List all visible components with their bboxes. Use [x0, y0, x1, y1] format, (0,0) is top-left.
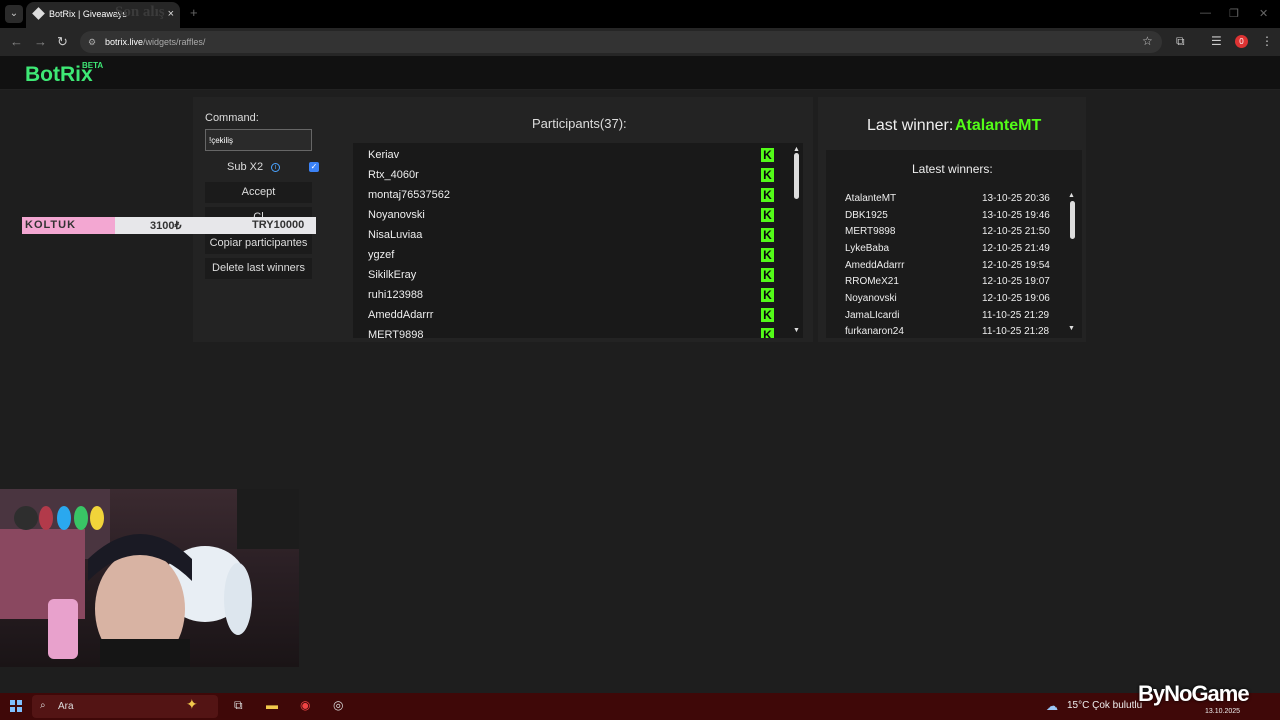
list-item: NisaLuviaa: [368, 229, 423, 241]
winner-date: 12-10-25 21:49: [982, 243, 1050, 254]
kick-icon: K: [761, 168, 774, 182]
participants-scrollbar[interactable]: [794, 153, 799, 199]
winner-name: RROMeX21: [845, 276, 899, 287]
browser-toolbar: ← → ↻ ⚙ botrix.live/widgets/raffles/ ☆ ⧉…: [0, 28, 1280, 56]
winner-date: 12-10-25 19:07: [982, 276, 1050, 287]
copy-participants-button[interactable]: Copiar participantes: [205, 233, 312, 254]
extensions-icon[interactable]: ⧉: [1176, 34, 1185, 49]
profile-avatar[interactable]: 0: [1235, 35, 1248, 48]
beta-badge: BETA: [82, 61, 104, 70]
winner-name: furkanaron24: [845, 326, 904, 337]
reload-icon[interactable]: ↻: [57, 34, 68, 50]
url-path: /widgets/raffles/: [143, 37, 206, 47]
winner-date: 12-10-25 19:06: [982, 293, 1050, 304]
kick-icon: K: [761, 308, 774, 322]
latest-winners-title: Latest winners:: [912, 162, 993, 176]
site-info-icon[interactable]: ⚙: [88, 31, 96, 53]
new-tab-icon[interactable]: +: [190, 5, 198, 20]
sub-x2-label: Sub X2: [227, 161, 264, 173]
list-item: montaj76537562: [368, 189, 450, 201]
goal-item-label: KOLTUK: [25, 219, 77, 231]
list-item: ygzef: [368, 249, 395, 261]
command-input[interactable]: [205, 129, 312, 151]
winner-name: Noyanovski: [845, 293, 897, 304]
maximize-icon[interactable]: ❐: [1229, 7, 1239, 20]
app-icon[interactable]: ◎: [333, 698, 343, 712]
list-item: Keriav: [368, 149, 400, 161]
app-header: BotRix BETA: [0, 56, 1280, 90]
copilot-sparkle-icon[interactable]: ✦: [186, 696, 198, 713]
windows-start-icon[interactable]: [10, 700, 22, 712]
taskbar-date[interactable]: 13.10.2025: [1205, 708, 1240, 715]
command-label: Command:: [205, 112, 259, 124]
minimize-icon[interactable]: —: [1200, 7, 1211, 19]
goal-current-amount: 3100₺: [150, 220, 182, 232]
accept-button[interactable]: Accept: [205, 182, 312, 203]
scroll-down-icon[interactable]: ▼: [1068, 325, 1075, 332]
kick-icon: K: [761, 288, 774, 302]
list-item: ruhi123988: [368, 289, 424, 301]
scroll-down-icon[interactable]: ▼: [793, 327, 800, 334]
winner-date: 13-10-25 20:36: [982, 193, 1050, 204]
sub-x2-checkbox[interactable]: ✓: [309, 162, 319, 172]
last-winner-name: AtalanteMT: [955, 117, 1042, 134]
winner-name: JamaLIcardi: [845, 310, 900, 321]
kick-icon: K: [761, 208, 774, 222]
list-item: SikilkEray: [368, 269, 417, 281]
close-tab-icon[interactable]: ×: [168, 2, 174, 26]
kick-icon: K: [761, 188, 774, 202]
list-item: Rtx_4060r: [368, 169, 419, 181]
winner-date: 12-10-25 19:54: [982, 260, 1050, 271]
search-icon: ⌕: [40, 700, 46, 711]
chrome-icon[interactable]: ◉: [300, 698, 310, 712]
tab-search-icon[interactable]: ⌄: [5, 5, 23, 23]
forward-icon[interactable]: →: [34, 34, 47, 49]
winner-name: AmeddAdarrr: [845, 260, 905, 271]
winner-name: MERT9898: [845, 226, 896, 237]
winner-date: 11-10-25 21:29: [982, 310, 1050, 321]
winners-scrollbar[interactable]: [1070, 201, 1075, 239]
winner-name: DBK1925: [845, 210, 888, 221]
participants-title: Participants(37):: [532, 116, 627, 131]
url-host: botrix.live: [105, 37, 144, 47]
address-bar[interactable]: ⚙ botrix.live/widgets/raffles/: [80, 31, 1162, 53]
weather-text[interactable]: 15°C Çok bulutlu: [1067, 700, 1142, 711]
winner-name: AtalanteMT: [845, 193, 897, 204]
winner-date: 13-10-25 19:46: [982, 210, 1050, 221]
kick-icon: K: [761, 228, 774, 242]
overlay-ghost-text: Son alış: [115, 4, 165, 20]
winner-date: 11-10-25 21:28: [982, 326, 1050, 337]
kick-icon: K: [761, 148, 774, 162]
list-item: AmeddAdarrr: [368, 309, 434, 321]
info-icon[interactable]: i: [271, 163, 280, 172]
last-winner-label: Last winner:: [867, 117, 954, 134]
scroll-up-icon[interactable]: ▲: [1068, 192, 1075, 199]
list-item: MERT9898: [368, 329, 424, 338]
bookmark-star-icon[interactable]: ☆: [1142, 34, 1153, 48]
file-explorer-icon[interactable]: ▬: [266, 698, 278, 712]
task-view-icon[interactable]: ⧉: [234, 698, 243, 713]
kick-icon: K: [761, 328, 774, 338]
winner-name: LykeBaba: [845, 243, 890, 254]
close-window-icon[interactable]: ✕: [1259, 7, 1268, 20]
winner-date: 12-10-25 21:50: [982, 226, 1050, 237]
watermark-logo: ByNoGame: [1138, 681, 1250, 706]
delete-last-winners-button[interactable]: Delete last winners: [205, 258, 312, 279]
browser-tab-bar: ⌄ BotRix | Giveaways × Son alış + — ❐ ✕: [0, 0, 1280, 28]
participants-list[interactable]: Keriav K Rtx_4060r K montaj76537562 K No…: [353, 143, 803, 338]
goal-target-amount: TRY10000: [252, 219, 305, 231]
webcam-feed: [0, 489, 299, 667]
reading-list-icon[interactable]: ☰: [1211, 34, 1222, 48]
kick-icon: K: [761, 248, 774, 262]
botrix-favicon-icon: [32, 7, 45, 20]
back-icon[interactable]: ←: [10, 34, 23, 49]
menu-kebab-icon[interactable]: ⋮: [1261, 34, 1273, 48]
list-item: Noyanovski: [368, 209, 425, 221]
scroll-up-icon[interactable]: ▲: [793, 146, 800, 153]
weather-cloud-icon[interactable]: ☁: [1046, 699, 1058, 713]
kick-icon: K: [761, 268, 774, 282]
